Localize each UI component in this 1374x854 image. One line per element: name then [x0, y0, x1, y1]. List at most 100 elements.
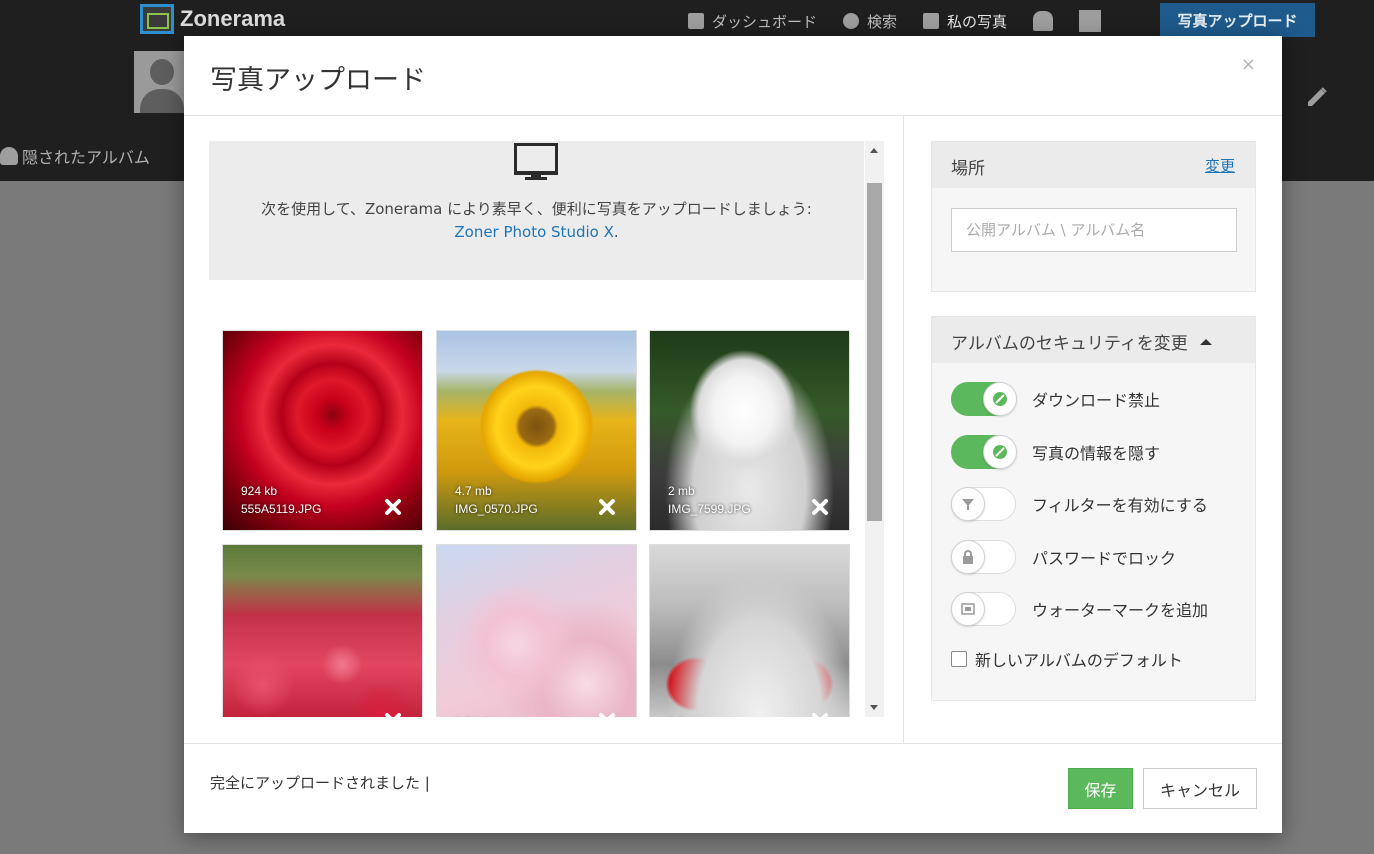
zonerama-logo[interactable]: Zonerama: [140, 4, 285, 34]
upload-modal: 写真アップロード × 次を使用して、Zonerama により素早く、便利に写真を…: [184, 36, 1282, 833]
photo-size: 4.7 mb: [455, 484, 492, 498]
photo-scroll-area[interactable]: 次を使用して、Zonerama により素早く、便利に写真をアップロードしましょう…: [209, 141, 884, 717]
default-album-checkbox[interactable]: [951, 651, 967, 667]
toggle-label: パスワードでロック: [1032, 548, 1177, 568]
scroll-down-arrow[interactable]: [870, 705, 878, 710]
logo-text: Zonerama: [180, 6, 286, 31]
photo-meta: 2.3 mb: [668, 714, 705, 717]
nav-search-label: 検索: [867, 12, 898, 31]
scrollbar[interactable]: [865, 141, 884, 717]
save-button[interactable]: 保存: [1068, 768, 1133, 809]
album-path-input[interactable]: [951, 208, 1237, 252]
caret-up-icon: [1199, 339, 1212, 345]
photo-thumbnail[interactable]: 3.5 mb: [436, 544, 637, 717]
security-title-text: アルバムのセキュリティを変更: [951, 334, 1188, 354]
security-toggle-row[interactable]: フィルターを有効にする: [951, 486, 1208, 522]
hide-info-icon: [993, 444, 1007, 459]
remove-photo-icon[interactable]: [384, 498, 402, 516]
modal-footer: 完全にアップロードされました | 保存 キャンセル: [184, 743, 1282, 833]
default-album-row[interactable]: 新しいアルバムのデフォルト: [951, 647, 1183, 671]
close-icon[interactable]: ×: [1241, 54, 1256, 75]
zonerama-logo-icon: [140, 4, 174, 34]
toggle-switch[interactable]: [951, 539, 1016, 574]
photo-size: 1.3 mb: [241, 714, 278, 717]
filter-icon: [962, 499, 974, 510]
location-panel: 場所 変更: [931, 141, 1256, 292]
scroll-thumb[interactable]: [867, 183, 882, 521]
watermark-icon: [961, 603, 975, 615]
photo-thumbnail[interactable]: 2 mb IMG_7599.JPG: [649, 330, 850, 531]
security-toggle-row[interactable]: 写真の情報を隠す: [951, 434, 1160, 470]
nav-my-photos[interactable]: 私の写真: [923, 11, 1007, 32]
modal-body: 次を使用して、Zonerama により素早く、便利に写真をアップロードしましょう…: [184, 116, 1282, 743]
photo-thumbnail[interactable]: 2.3 mb: [649, 544, 850, 717]
toggle-knob[interactable]: [983, 382, 1017, 416]
photo-meta: 924 kb 555A5119.JPG: [241, 482, 322, 518]
remove-photo-icon[interactable]: [811, 498, 829, 516]
zoner-photo-studio-link[interactable]: Zoner Photo Studio X: [454, 223, 614, 241]
photo-thumbnail[interactable]: 1.3 mb: [222, 544, 423, 717]
nav-dashboard[interactable]: ダッシュボード: [688, 11, 817, 32]
security-title: アルバムのセキュリティを変更: [951, 329, 1212, 354]
toggle-switch[interactable]: [951, 434, 1017, 469]
toggle-switch[interactable]: [951, 487, 1016, 521]
monitor-icon: [514, 143, 558, 180]
photo-meta: 1.3 mb: [241, 714, 278, 717]
photo-size: 3.5 mb: [455, 714, 492, 717]
nav-search[interactable]: 検索: [843, 11, 897, 32]
security-toggle-row[interactable]: ウォーターマークを追加: [951, 591, 1208, 627]
remove-photo-icon[interactable]: [598, 712, 616, 717]
photos-icon: [923, 13, 940, 29]
remove-photo-icon[interactable]: [811, 712, 829, 717]
photo-thumbnail[interactable]: 4.7 mb IMG_0570.JPG: [436, 330, 637, 531]
toggle-switch[interactable]: [951, 382, 1017, 416]
security-toggle-row[interactable]: パスワードでロック: [951, 539, 1176, 575]
photo-filename: IMG_0570.JPG: [455, 502, 538, 516]
profile-avatar: [134, 51, 190, 113]
top-nav: ダッシュボード 検索 私の写真: [688, 8, 1127, 34]
security-panel-header[interactable]: アルバムのセキュリティを変更: [932, 317, 1255, 363]
upload-status: 完全にアップロードされました |: [210, 774, 430, 792]
photo-size: 2.3 mb: [668, 714, 705, 717]
user-avatar-icon[interactable]: [1079, 10, 1102, 32]
dashboard-icon: [688, 13, 704, 29]
nav-dashboard-label: ダッシュボード: [712, 12, 818, 31]
hidden-albums-label: 隠されたアルバム: [22, 148, 150, 167]
toggle-label: ウォーターマークを追加: [1032, 601, 1209, 620]
bell-icon[interactable]: [1033, 11, 1054, 31]
photo-thumbnail[interactable]: 924 kb 555A5119.JPG: [222, 330, 423, 531]
security-panel: アルバムのセキュリティを変更 ダウンロード禁止 写真の情報を隠すフィルターを有効に…: [931, 316, 1256, 701]
photo-meta: 3.5 mb: [455, 714, 492, 717]
promo-link-suffix: .: [613, 223, 619, 241]
toggle-knob[interactable]: [983, 434, 1017, 469]
modal-header: 写真アップロード ×: [184, 36, 1282, 116]
location-panel-header: 場所 変更: [932, 142, 1255, 188]
photo-filename: IMG_7599.JPG: [668, 502, 751, 516]
photo-meta: 2 mb IMG_7599.JPG: [668, 482, 751, 518]
pencil-icon[interactable]: [1304, 86, 1330, 110]
toggle-knob[interactable]: [951, 487, 985, 521]
toggle-label: 写真の情報を隠す: [1032, 443, 1161, 463]
toggle-label: ダウンロード禁止: [1032, 391, 1161, 410]
promo-text: 次を使用して、Zonerama により素早く、便利に写真をアップロードしましょう…: [209, 198, 864, 244]
scroll-up-arrow[interactable]: [870, 148, 878, 153]
promo-message: 次を使用して、Zonerama により素早く、便利に写真をアップロードしましょう…: [261, 200, 812, 218]
promo-box: 次を使用して、Zonerama により素早く、便利に写真をアップロードしましょう…: [209, 141, 864, 280]
photo-size: 924 kb: [241, 484, 278, 498]
remove-photo-icon[interactable]: [384, 712, 402, 717]
lock-icon: [963, 549, 973, 564]
incognito-icon: [0, 147, 18, 165]
toggle-label: フィルターを有効にする: [1032, 496, 1208, 515]
toggle-switch[interactable]: [951, 592, 1016, 626]
cancel-button[interactable]: キャンセル: [1143, 768, 1257, 809]
change-location-link[interactable]: 変更: [1205, 155, 1235, 176]
security-toggle-row[interactable]: ダウンロード禁止: [951, 381, 1160, 417]
photo-meta: 4.7 mb IMG_0570.JPG: [455, 482, 538, 518]
toggle-knob[interactable]: [951, 539, 985, 574]
toggle-knob[interactable]: [951, 592, 985, 626]
remove-photo-icon[interactable]: [598, 498, 616, 516]
upload-photos-button[interactable]: 写真アップロード: [1160, 3, 1315, 37]
photo-pane: 次を使用して、Zonerama により素早く、便利に写真をアップロードしましょう…: [184, 116, 904, 743]
settings-pane: 場所 変更 アルバムのセキュリティを変更 ダウンロード禁止写真の情報を隠すフィル…: [904, 116, 1282, 743]
hidden-albums-tab[interactable]: 隠されたアルバム: [0, 144, 150, 168]
